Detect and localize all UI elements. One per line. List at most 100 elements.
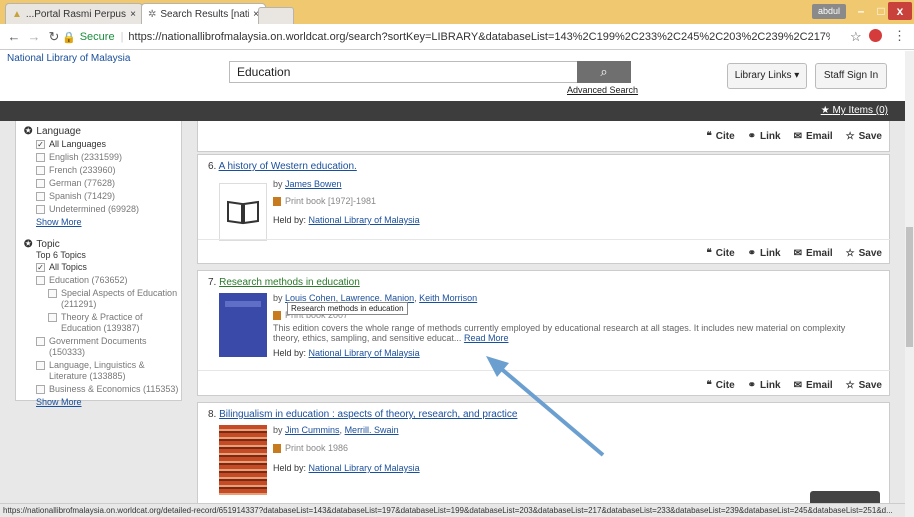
result-title-link[interactable]: Research methods in education	[219, 277, 360, 288]
cite-label: Cite	[715, 248, 735, 259]
facet-label: German (77628)	[49, 178, 116, 188]
read-more-link[interactable]: Read More	[464, 333, 509, 343]
facet-item[interactable]: Language, Linguistics & Literature (1338…	[36, 360, 181, 382]
envelope-icon: ✉	[793, 131, 802, 142]
link-button[interactable]: ⚭ Link	[748, 248, 781, 259]
facet-checkbox[interactable]	[36, 337, 45, 346]
search-button[interactable]: ⌕	[577, 61, 631, 83]
email-button[interactable]: ✉ Email	[794, 380, 833, 391]
result-format: Print book 1986	[273, 443, 348, 453]
email-label: Email	[805, 248, 833, 259]
language-heading[interactable]: ✪ Language	[24, 126, 181, 137]
save-button[interactable]: ☆ Save	[846, 131, 882, 142]
reload-icon[interactable]: ↻	[44, 29, 64, 45]
link-icon: ⚭	[747, 131, 757, 142]
facet-checkbox[interactable]	[36, 385, 45, 394]
facet-checkbox[interactable]	[36, 166, 45, 175]
envelope-icon: ✉	[793, 248, 802, 259]
result-actions: ❝ Cite ⚭ Link ✉ Email ☆ Save	[693, 380, 882, 391]
star-icon: ★	[820, 105, 833, 116]
forward-arrow-icon[interactable]: →	[24, 29, 44, 44]
star-outline-icon: ☆	[845, 131, 855, 142]
facet-checkbox[interactable]: ✓	[36, 263, 45, 272]
new-tab-button[interactable]	[258, 7, 294, 24]
facet-checkbox[interactable]	[36, 205, 45, 214]
result-title-link[interactable]: A history of Western education.	[219, 161, 357, 172]
library-name[interactable]: National Library of Malaysia	[7, 53, 130, 64]
facet-checkbox[interactable]	[48, 313, 57, 322]
link-button[interactable]: ⚭ Link	[748, 131, 781, 142]
advanced-search-link[interactable]: Advanced Search	[567, 85, 638, 95]
scrollbar-thumb[interactable]	[906, 227, 913, 347]
profile-badge[interactable]: abdul	[812, 4, 846, 19]
library-links-button[interactable]: Library Links ▾	[727, 63, 807, 89]
scrollbar[interactable]	[905, 51, 914, 517]
facet-item[interactable]: ✓ All Languages	[36, 139, 181, 150]
url-field[interactable]: 🔒 Secure | https://nationallibrofmalaysi…	[62, 27, 830, 47]
facet-checkbox[interactable]	[36, 179, 45, 188]
facet-item[interactable]: French (233960)	[36, 165, 181, 176]
author-link[interactable]: Jim Cummins	[285, 425, 340, 435]
facet-checkbox[interactable]	[36, 153, 45, 162]
save-button[interactable]: ☆ Save	[846, 380, 882, 391]
cite-button[interactable]: ❝ Cite	[706, 380, 734, 391]
tab-portal[interactable]: ▲ ...Portal Rasmi Perpustak ×	[5, 3, 143, 24]
search-input[interactable]	[229, 61, 578, 83]
author-link[interactable]: Keith Morrison	[419, 293, 477, 303]
held-by-link[interactable]: National Library of Malaysia	[309, 215, 420, 225]
staff-sign-in-button[interactable]: Staff Sign In	[815, 63, 887, 89]
facet-checkbox[interactable]	[36, 276, 45, 285]
facet-item[interactable]: Undetermined (69928)	[36, 204, 181, 215]
back-arrow-icon[interactable]: ←	[4, 29, 24, 44]
topic-heading[interactable]: ✪ Topic	[24, 239, 181, 250]
facet-item[interactable]: Education (763652)	[36, 275, 181, 286]
collapse-icon: ✪	[24, 239, 33, 250]
result-title-link[interactable]: Bilingualism in education : aspects of t…	[219, 409, 517, 420]
facet-item[interactable]: German (77628)	[36, 178, 181, 189]
facet-item[interactable]: Business & Economics (115353)	[36, 384, 181, 395]
extension-icon[interactable]	[869, 29, 882, 42]
show-more-language[interactable]: Show More	[36, 217, 181, 227]
facet-item[interactable]: Theory & Practice of Education (139387)	[48, 312, 181, 334]
held-by-link[interactable]: National Library of Malaysia	[309, 463, 420, 473]
feedback-tab[interactable]	[810, 491, 880, 503]
book-cover[interactable]	[219, 183, 267, 241]
cite-button[interactable]: ❝ Cite	[706, 131, 734, 142]
toolbar-strip: ★ My Items (0)	[0, 101, 905, 121]
held-by-link[interactable]: National Library of Malaysia	[309, 348, 420, 358]
facet-checkbox[interactable]	[48, 289, 57, 298]
site-header: National Library of Malaysia ⌕ Advanced …	[0, 51, 905, 101]
my-items-link[interactable]: ★ My Items (0)	[821, 105, 888, 116]
cite-button[interactable]: ❝ Cite	[706, 248, 734, 259]
email-label: Email	[805, 131, 833, 142]
facet-label: All Topics	[49, 262, 87, 272]
quote-icon: ❝	[706, 131, 712, 142]
author-link[interactable]: James Bowen	[285, 179, 342, 189]
book-cover[interactable]	[219, 425, 267, 495]
star-icon[interactable]: ☆	[850, 29, 862, 45]
show-more-topic[interactable]: Show More	[36, 397, 181, 407]
facet-item[interactable]: Government Documents (150333)	[36, 336, 181, 358]
library-icon: ▲	[12, 8, 22, 20]
email-button[interactable]: ✉ Email	[794, 131, 833, 142]
facet-checkbox[interactable]: ✓	[36, 140, 45, 149]
facet-label: Spanish (71429)	[49, 191, 116, 201]
close-tab-icon[interactable]: ×	[130, 9, 136, 20]
facet-checkbox[interactable]	[36, 361, 45, 370]
facet-checkbox[interactable]	[36, 192, 45, 201]
book-cover[interactable]	[219, 293, 267, 357]
facet-item[interactable]: ✓ All Topics	[36, 262, 181, 273]
facet-item[interactable]: Spanish (71429)	[36, 191, 181, 202]
link-button[interactable]: ⚭ Link	[748, 380, 781, 391]
email-label: Email	[805, 380, 833, 391]
close-window-button[interactable]: x	[888, 2, 912, 20]
tab-search-results[interactable]: ✲ Search Results [nationall ×	[141, 3, 266, 24]
author-link[interactable]: Merrill. Swain	[345, 425, 399, 435]
save-button[interactable]: ☆ Save	[846, 248, 882, 259]
topic-subheading: Top 6 Topics	[36, 250, 86, 260]
facet-item[interactable]: English (2331599)	[36, 152, 181, 163]
facet-item[interactable]: Special Aspects of Education (211291)	[48, 288, 181, 310]
menu-icon[interactable]: ⋮	[893, 28, 906, 44]
email-button[interactable]: ✉ Email	[794, 248, 833, 259]
star-outline-icon: ☆	[845, 380, 855, 391]
